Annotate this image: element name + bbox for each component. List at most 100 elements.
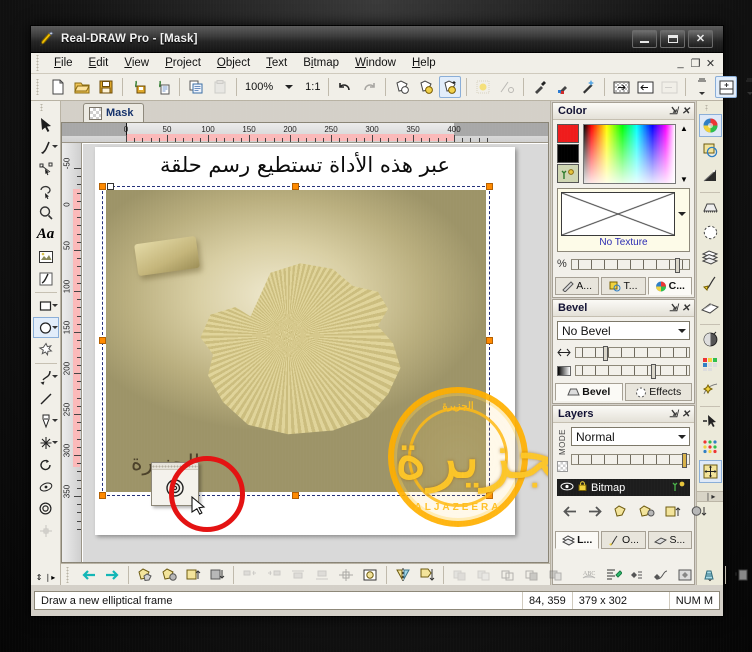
pointer-minus-icon[interactable] (699, 410, 722, 433)
minimize-button[interactable] (632, 30, 657, 48)
flip-vertical-icon[interactable] (416, 564, 438, 586)
save-disk-icon[interactable] (95, 76, 117, 98)
menubar-gripper[interactable] (35, 55, 43, 71)
selection-handle-b[interactable] (292, 492, 299, 499)
selection-handle-rotate[interactable] (107, 183, 114, 190)
color-gradient-picker[interactable] (583, 124, 676, 184)
new-document-icon[interactable] (47, 76, 69, 98)
clip-icon[interactable] (674, 564, 696, 586)
selection-handle-tl[interactable] (99, 183, 106, 190)
chevron-down-icon[interactable] (678, 212, 686, 216)
texture-selector[interactable]: No Texture (557, 188, 690, 252)
menu-view[interactable]: View (116, 55, 157, 71)
align-top-edge-icon[interactable] (287, 564, 309, 586)
selection-handle-l[interactable] (99, 337, 106, 344)
toolbox-scroll-updown[interactable]: ⇕ (36, 573, 43, 582)
align-right-icon[interactable] (658, 76, 680, 98)
effects-circle-icon[interactable] (699, 221, 722, 244)
fill-shape-icon[interactable] (699, 139, 722, 162)
eyedropper-icon[interactable] (529, 76, 551, 98)
export-icon[interactable] (152, 76, 174, 98)
open-folder-icon[interactable] (71, 76, 93, 98)
dither-icon[interactable] (472, 76, 494, 98)
align-right-edge-icon[interactable] (263, 564, 285, 586)
texture-preview[interactable] (561, 192, 675, 236)
foreground-color-swatch[interactable] (557, 124, 579, 143)
color-wheel-icon[interactable] (698, 114, 722, 137)
bevel-smooth-knob[interactable] (650, 364, 656, 379)
picture-tool[interactable] (33, 246, 59, 267)
select-arrow-tool[interactable] (33, 114, 59, 135)
spinner2-icon[interactable] (739, 76, 752, 98)
center-object-icon[interactable] (359, 564, 381, 586)
menu-file[interactable]: File (46, 55, 81, 71)
color-scroll-buttons[interactable]: ▲ ▼ (680, 124, 690, 184)
paint-tool[interactable] (33, 268, 59, 289)
chevron-down-icon[interactable] (674, 322, 689, 339)
spinner-icon[interactable] (691, 76, 713, 98)
sort-objects-icon[interactable] (602, 564, 624, 586)
selection-handle-bl[interactable] (99, 492, 106, 499)
chevron-down-icon[interactable] (51, 304, 58, 307)
canvasbar-gripper[interactable] (65, 566, 73, 583)
tab-transform[interactable]: T... (601, 277, 646, 295)
object-front-icon[interactable] (391, 76, 413, 98)
menu-object[interactable]: Object (209, 55, 258, 71)
transform-handles-icon[interactable] (698, 460, 722, 483)
tab-color[interactable]: C... (647, 277, 692, 295)
nudge-right-icon[interactable] (101, 564, 123, 586)
zoom-tool[interactable] (33, 202, 59, 223)
ellipse-tool[interactable] (32, 317, 59, 338)
menu-help[interactable]: Help (404, 55, 444, 71)
chevron-down-icon[interactable] (278, 76, 300, 98)
line-tool[interactable] (33, 388, 59, 409)
duplicate-icon[interactable] (610, 500, 632, 522)
gradient-tool[interactable] (33, 410, 59, 431)
close-icon[interactable]: ✕ (682, 303, 690, 314)
copy-icon[interactable] (185, 76, 207, 98)
curve-tool[interactable] (33, 366, 59, 387)
bevel-width-knob[interactable] (603, 346, 609, 361)
node-curve-icon[interactable] (650, 564, 672, 586)
perspective-tool[interactable] (33, 476, 59, 497)
pin-icon[interactable]: ⇲ (669, 409, 677, 420)
nudge-left-icon[interactable] (77, 564, 99, 586)
align-left-edge-icon[interactable] (239, 564, 261, 586)
object-fill-icon[interactable] (415, 76, 437, 98)
selection-handle-r[interactable] (486, 337, 493, 344)
perspective-box-icon[interactable] (698, 564, 720, 586)
add-mask-icon[interactable] (731, 564, 752, 586)
tab-styles[interactable]: S... (647, 531, 692, 549)
lasso-tool[interactable] (33, 180, 59, 201)
bevel-smooth-slider[interactable] (575, 364, 690, 379)
menu-edit[interactable]: Edit (81, 55, 117, 71)
canvas-scroll-area[interactable]: عبر هذه الأداة تستطيع رسم حلقة الجزيرة ز… (83, 144, 548, 562)
menu-text[interactable]: Text (258, 55, 295, 71)
node-edit-tool[interactable] (33, 158, 59, 179)
flip-horizontal-icon[interactable] (392, 564, 414, 586)
styles-icon[interactable] (699, 296, 722, 319)
subtract-icon[interactable] (473, 564, 495, 586)
move-left-icon[interactable] (558, 500, 580, 522)
lock-icon[interactable] (578, 481, 587, 494)
node-join-icon[interactable] (626, 564, 648, 586)
zoom-ratio-label[interactable]: 1:1 (301, 81, 324, 93)
horizontal-ruler[interactable]: 0 50 100 150 200 250 300 350 400 (62, 123, 548, 143)
opacity-slider-knob[interactable] (674, 257, 680, 273)
layer-opacity-slider[interactable] (571, 453, 690, 468)
add-panel-icon[interactable] (715, 76, 738, 98)
objects-icon[interactable] (699, 271, 722, 294)
rotate-tool[interactable] (33, 454, 59, 475)
chevron-down-icon[interactable] (51, 375, 58, 378)
tab-effects[interactable]: Effects (624, 383, 692, 401)
palette-grid-icon[interactable] (699, 353, 722, 376)
toolbox-overflow-button[interactable]: ❘▸ (44, 573, 55, 582)
vertical-ruler[interactable]: -50 0 50 100 150 200 250 300 350 (62, 143, 82, 562)
menu-bitmap[interactable]: Bitmap (295, 55, 347, 71)
star-tool[interactable] (33, 339, 59, 360)
layers-icon[interactable] (699, 246, 722, 269)
selection-handle-tr[interactable] (486, 183, 493, 190)
pin-icon[interactable]: ⇲ (669, 303, 677, 314)
gradient-ramp-icon[interactable] (699, 164, 722, 187)
chevron-down-icon[interactable] (51, 326, 58, 329)
